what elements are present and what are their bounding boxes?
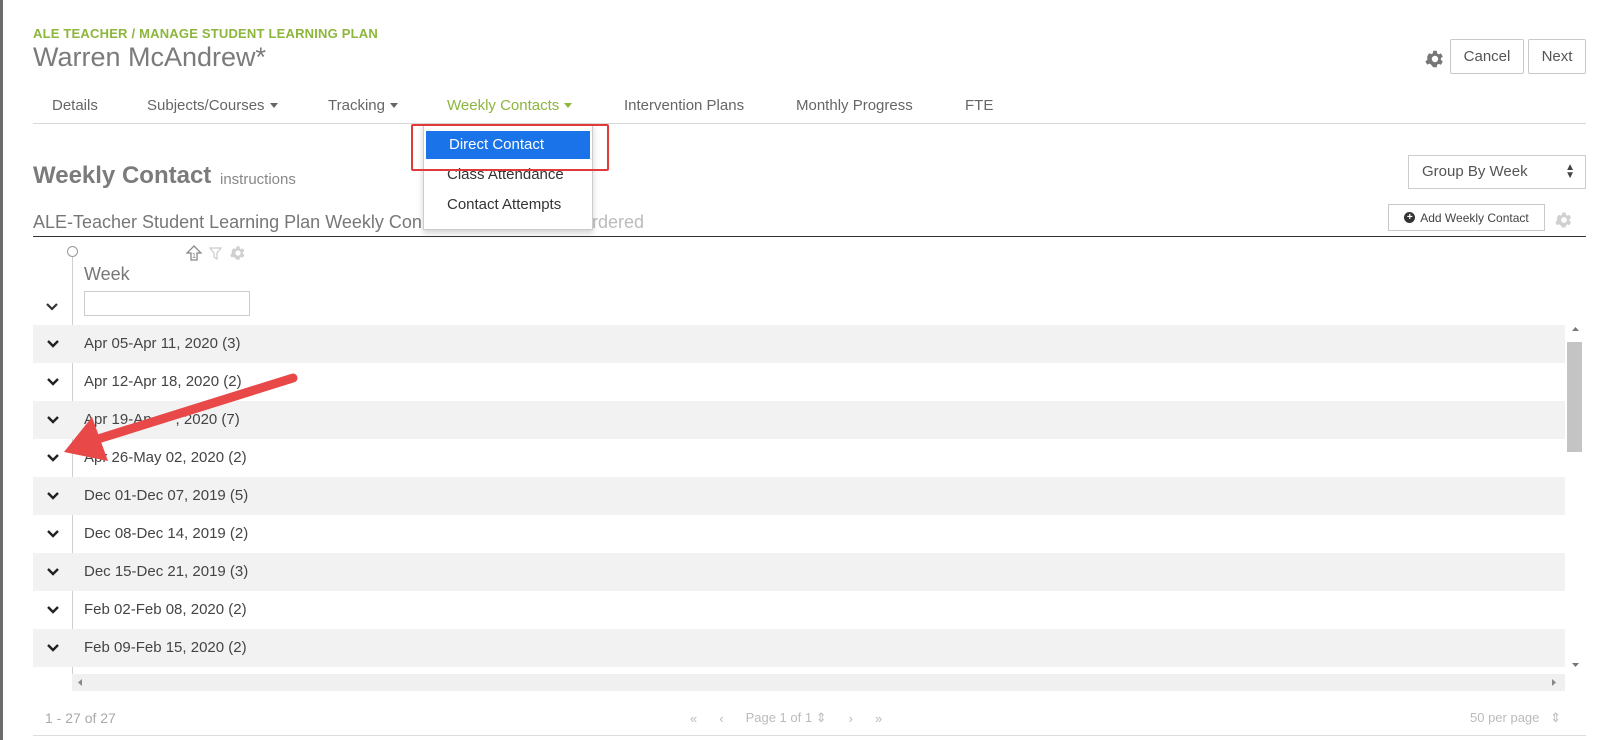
filter-icon[interactable] xyxy=(209,246,222,260)
first-page-icon[interactable]: « xyxy=(690,711,697,726)
grid-top-rule xyxy=(33,236,1586,237)
tab-label: FTE xyxy=(965,97,994,114)
previous-page-icon[interactable]: ‹ xyxy=(719,711,723,726)
row-label: Dec 08-Dec 14, 2019 (2) xyxy=(84,525,249,542)
gear-icon[interactable] xyxy=(1424,48,1446,70)
chevron-down-icon[interactable] xyxy=(46,490,60,502)
sort-up-icon[interactable]: 1 xyxy=(186,245,202,261)
page-size-label: 50 per page xyxy=(1470,710,1540,725)
section-title: Weekly Contact xyxy=(33,162,212,189)
chevron-down-icon[interactable] xyxy=(46,566,60,578)
next-button[interactable]: Next xyxy=(1528,39,1586,74)
row-label: Apr 12-Apr 18, 2020 (2) xyxy=(84,373,242,390)
caret-down-icon xyxy=(564,102,573,108)
row-label: Dec 01-Dec 07, 2019 (5) xyxy=(84,487,249,504)
page-label: Page 1 of 1 xyxy=(745,710,813,725)
tab-subjects-courses[interactable]: Subjects/Courses xyxy=(147,97,278,114)
add-weekly-contact-label: Add Weekly Contact xyxy=(1420,210,1529,225)
add-weekly-contact-button[interactable]: + Add Weekly Contact xyxy=(1388,204,1545,231)
svg-text:1: 1 xyxy=(192,252,196,260)
row-label: Apr 05-Apr 11, 2020 (3) xyxy=(84,335,241,352)
chevron-down-icon[interactable] xyxy=(46,338,60,350)
chevron-down-icon[interactable] xyxy=(46,414,60,426)
select-arrows-icon: ⇕ xyxy=(1550,710,1562,725)
table-row[interactable]: Dec 01-Dec 07, 2019 (5) xyxy=(33,477,1565,515)
row-label: Feb 02-Feb 08, 2020 (2) xyxy=(84,601,247,618)
page-select[interactable]: Page 1 of 1 ⇕ xyxy=(746,710,827,726)
week-filter-input[interactable] xyxy=(84,291,250,316)
table-row[interactable]: Feb 02-Feb 08, 2020 (2) xyxy=(33,591,1565,629)
column-header-week[interactable]: Week xyxy=(84,264,130,285)
tab-label: Details xyxy=(52,97,98,114)
page-title: Warren McAndrew* xyxy=(33,42,267,72)
table-row[interactable]: Dec 08-Dec 14, 2019 (2) xyxy=(33,515,1565,553)
tab-tracking[interactable]: Tracking xyxy=(328,97,398,114)
row-label-start: Apr 19-Ap xyxy=(84,411,152,428)
bottom-rule xyxy=(33,735,1586,736)
group-by-value: Group By Week xyxy=(1422,163,1528,180)
table-row[interactable]: Apr 26-May 02, 2020 (2) xyxy=(33,439,1565,477)
row-label: Apr 19-Ap , 2020 (7) xyxy=(84,411,240,428)
next-page-icon[interactable]: › xyxy=(849,711,853,726)
last-page-icon[interactable]: » xyxy=(875,711,882,726)
chevron-down-icon[interactable] xyxy=(46,452,60,464)
vertical-scroll-thumb[interactable] xyxy=(1567,342,1582,452)
column-resize-handle[interactable] xyxy=(67,246,78,257)
horizontal-scroll-arrows-icon xyxy=(78,679,1556,686)
grid-title: ALE-Teacher Student Learning Plan Weekly… xyxy=(33,212,422,232)
tab-fte[interactable]: FTE xyxy=(965,97,993,114)
cancel-button[interactable]: Cancel xyxy=(1450,39,1524,74)
expand-all-chevron-icon[interactable] xyxy=(45,300,59,314)
chevron-down-icon[interactable] xyxy=(46,376,60,388)
table-row[interactable]: Apr 12-Apr 18, 2020 (2) xyxy=(33,363,1565,401)
row-label: Feb 09-Feb 15, 2020 (2) xyxy=(84,639,247,656)
horizontal-scrollbar[interactable] xyxy=(72,674,1565,691)
row-label: Apr 26-May 02, 2020 (2) xyxy=(84,449,247,466)
instructions-link[interactable]: instructions xyxy=(220,171,296,188)
scroll-up-arrow-icon xyxy=(1572,327,1579,331)
table-row[interactable]: Feb 09-Feb 15, 2020 (2) xyxy=(33,629,1565,667)
plus-circle-icon: + xyxy=(1404,212,1416,223)
chevron-down-icon[interactable] xyxy=(46,528,60,540)
page-size-select[interactable]: 50 per page ⇕ xyxy=(1470,710,1561,726)
pager-controls: « ‹ Page 1 of 1 ⇕ › » xyxy=(690,710,882,726)
scroll-down-arrow-icon xyxy=(1572,663,1579,667)
tab-monthly-progress[interactable]: Monthly Progress xyxy=(796,97,913,114)
select-arrows-icon: ⇕ xyxy=(815,710,827,725)
tab-bar: Details Subjects/Courses Tracking Weekly… xyxy=(33,94,1586,124)
breadcrumb: ALE TEACHER / MANAGE STUDENT LEARNING PL… xyxy=(33,26,378,41)
tab-label: Subjects/Courses xyxy=(147,97,265,114)
chevron-down-icon[interactable] xyxy=(46,604,60,616)
caret-down-icon xyxy=(269,102,278,108)
pager-count: 1 - 27 of 27 xyxy=(45,710,116,726)
tab-label: Tracking xyxy=(328,97,385,114)
chevron-down-icon[interactable] xyxy=(46,642,60,654)
column-gear-icon[interactable] xyxy=(229,244,247,262)
table-row[interactable]: Dec 15-Dec 21, 2019 (3) xyxy=(33,553,1565,591)
tab-label: Monthly Progress xyxy=(796,97,913,114)
tab-intervention-plans[interactable]: Intervention Plans xyxy=(624,97,744,114)
grid-settings-gear-icon[interactable] xyxy=(1554,210,1574,230)
group-by-select[interactable]: Group By Week ▲ ▼ xyxy=(1408,155,1586,189)
tab-weekly-contacts[interactable]: Weekly Contacts xyxy=(447,97,573,114)
menu-item-contact-attempts[interactable]: Contact Attempts xyxy=(424,191,592,219)
grid-title-partial: rdered xyxy=(592,212,645,232)
column-header-tools: 1 xyxy=(186,244,247,262)
tab-label: Intervention Plans xyxy=(624,97,745,114)
grid-body: Apr 05-Apr 11, 2020 (3) Apr 12-Apr 18, 2… xyxy=(33,325,1565,667)
select-arrows-icon: ▲ ▼ xyxy=(1565,162,1575,181)
table-row[interactable]: Apr 19-Ap , 2020 (7) xyxy=(33,401,1565,439)
annotation-highlight-box xyxy=(411,124,609,171)
row-label: Dec 15-Dec 21, 2019 (3) xyxy=(84,563,249,580)
tab-label: Weekly Contacts xyxy=(447,97,560,114)
row-label-end: , 2020 (7) xyxy=(175,411,240,428)
caret-down-icon xyxy=(389,102,398,108)
tab-details[interactable]: Details xyxy=(52,97,98,114)
table-row[interactable]: Apr 05-Apr 11, 2020 (3) xyxy=(33,325,1565,363)
window-left-edge xyxy=(0,0,3,740)
